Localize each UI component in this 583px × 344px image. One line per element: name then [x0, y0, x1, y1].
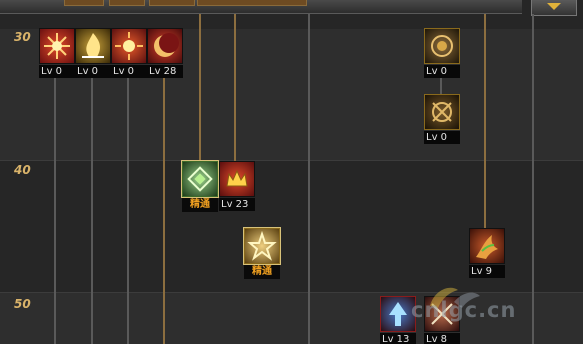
skill-tree-panel: { "header": { "dropdown_icon": "chevron-… — [0, 0, 583, 344]
skill-level: Lv 0 — [75, 65, 111, 78]
top-tab[interactable] — [109, 0, 145, 6]
gold-rune-icon — [424, 94, 460, 130]
red-starburst-icon — [39, 28, 75, 64]
level-label: 40 — [14, 163, 31, 177]
gold-orb-icon — [424, 28, 460, 64]
skill-slot[interactable]: Lv 9 — [469, 228, 505, 278]
skill-level: Lv 0 — [424, 131, 460, 144]
watermark: cnlgc.cn — [384, 278, 579, 344]
skill-slot[interactable]: Lv 0 — [424, 28, 460, 78]
connector-line — [199, 14, 201, 162]
connector-line — [308, 14, 310, 344]
crown-icon — [219, 161, 255, 197]
skill-slot[interactable]: Lv 0 — [75, 28, 111, 78]
skill-level: Lv 23 — [219, 198, 255, 211]
top-bar — [0, 0, 522, 14]
dropdown-button[interactable] — [531, 0, 577, 16]
red-sun-icon — [111, 28, 147, 64]
skill-level: Lv 0 — [39, 65, 75, 78]
chevron-down-icon — [547, 3, 561, 10]
green-diamond-icon — [181, 160, 219, 198]
level-label: 30 — [14, 30, 31, 44]
skill-slot[interactable]: Lv 0 — [424, 94, 460, 144]
level-label: 50 — [14, 297, 31, 311]
connector-line — [440, 75, 442, 95]
top-tab[interactable] — [197, 0, 307, 6]
gold-flame-icon — [75, 28, 111, 64]
watermark-text: cnlgc.cn — [411, 298, 517, 322]
dragon-claw-icon — [469, 228, 505, 264]
skill-slot[interactable]: Lv 0 — [39, 28, 75, 78]
skill-slot[interactable]: Lv 28 — [147, 28, 183, 78]
connector-line — [54, 75, 56, 344]
skill-slot[interactable]: 精通 — [181, 160, 219, 212]
skill-slot[interactable]: Lv 0 — [111, 28, 147, 78]
top-tab[interactable] — [149, 0, 195, 6]
top-tab[interactable] — [64, 0, 104, 6]
red-crescent-icon — [147, 28, 183, 64]
connector-line — [234, 14, 236, 162]
skill-level: 精通 — [182, 198, 218, 212]
skill-level: Lv 28 — [147, 65, 183, 78]
skill-slot[interactable]: 精通 — [243, 227, 281, 279]
connector-line — [484, 14, 486, 230]
connector-line — [127, 75, 129, 344]
skill-level: Lv 0 — [111, 65, 147, 78]
connector-line — [91, 75, 93, 344]
skill-level: 精通 — [244, 265, 280, 279]
skill-slot[interactable]: Lv 23 — [219, 161, 255, 211]
gold-star-icon — [243, 227, 281, 265]
connector-line — [163, 75, 165, 344]
skill-level: Lv 9 — [469, 265, 505, 278]
skill-level: Lv 0 — [424, 65, 460, 78]
